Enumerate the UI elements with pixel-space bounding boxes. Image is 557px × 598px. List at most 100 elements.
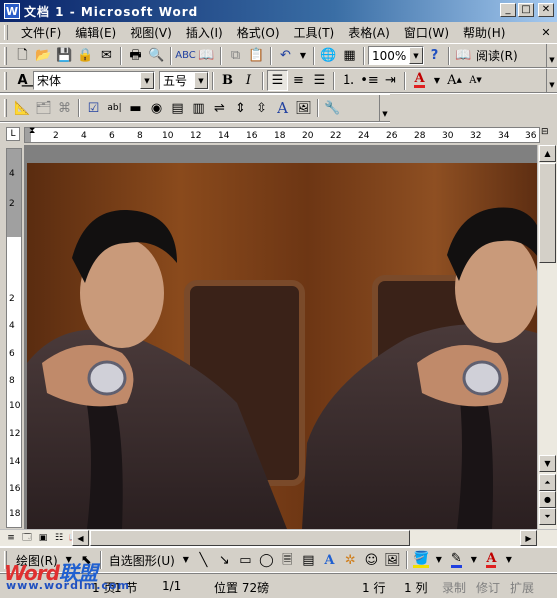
- toolbar-options-icon[interactable]: ▼: [546, 69, 557, 92]
- help-icon[interactable]: ?: [424, 45, 445, 66]
- select-browse-object-icon[interactable]: ●: [539, 491, 556, 508]
- styles-icon[interactable]: A͟: [12, 70, 33, 91]
- normal-view-icon[interactable]: ≡: [4, 531, 18, 545]
- insert-picture-icon[interactable]: 🖼: [382, 550, 403, 571]
- wordart-icon[interactable]: A: [319, 550, 340, 571]
- menubar-grip[interactable]: [4, 25, 8, 40]
- next-page-icon[interactable]: ⏷: [539, 508, 556, 525]
- spelling-icon[interactable]: ABC: [175, 45, 196, 66]
- scroll-down-icon[interactable]: ▼: [539, 455, 556, 472]
- label-control-icon[interactable]: A: [272, 98, 293, 119]
- zoom-combo[interactable]: 100% ▼: [368, 46, 424, 65]
- command-button-icon[interactable]: ▬: [125, 98, 146, 119]
- status-track-changes[interactable]: 修订: [476, 579, 500, 596]
- option-button-icon[interactable]: ◉: [146, 98, 167, 119]
- toolbar-grip[interactable]: [4, 71, 7, 90]
- diagram-icon[interactable]: ✲: [340, 550, 361, 571]
- font-name-combo[interactable]: 宋体 ▼: [33, 71, 155, 90]
- oval-icon[interactable]: ◯: [256, 550, 277, 571]
- email-icon[interactable]: ✉: [96, 45, 117, 66]
- vertical-ruler[interactable]: 4 2 2 4 6 8 10 12 14 16 18: [6, 148, 22, 528]
- font-color-dropdown-icon[interactable]: ▼: [430, 70, 444, 91]
- chevron-down-icon[interactable]: ▼: [467, 550, 481, 571]
- document-page[interactable]: [27, 163, 537, 529]
- more-controls-icon[interactable]: 🔧: [322, 98, 343, 119]
- read-button[interactable]: 阅读(R): [474, 47, 520, 64]
- vertical-scroll-thumb[interactable]: [539, 163, 556, 263]
- textbox-control-icon[interactable]: ab|: [104, 98, 125, 119]
- numbered-list-icon[interactable]: ⒈: [338, 70, 359, 91]
- scrollbar-control-icon[interactable]: ⇳: [251, 98, 272, 119]
- status-extend[interactable]: 扩展: [510, 579, 534, 596]
- undo-icon[interactable]: ↶: [275, 45, 296, 66]
- drawing-font-color-icon[interactable]: A: [481, 550, 502, 571]
- vertical-scrollbar[interactable]: ▲ ▼ ⏶ ● ⏷: [537, 145, 557, 529]
- italic-button[interactable]: I: [238, 70, 259, 91]
- document-area[interactable]: [24, 145, 537, 529]
- line-color-icon[interactable]: ✎: [446, 550, 467, 571]
- fill-color-icon[interactable]: 🪣: [411, 550, 432, 571]
- scroll-left-icon[interactable]: ◀: [72, 530, 89, 546]
- spin-button-icon[interactable]: ⇕: [230, 98, 251, 119]
- indent-icon[interactable]: ⇥: [380, 70, 401, 91]
- open-folder-icon[interactable]: 📂: [33, 45, 54, 66]
- indent-marker-icon[interactable]: ⧗: [29, 126, 37, 144]
- toolbar-options-icon[interactable]: ▼: [546, 44, 557, 67]
- permission-icon[interactable]: 🔒: [75, 45, 96, 66]
- font-color-icon[interactable]: A: [409, 70, 430, 91]
- toolbar-grip[interactable]: [4, 99, 7, 117]
- menu-edit[interactable]: 编辑(E): [68, 24, 123, 41]
- toggle-button-icon[interactable]: ⇌: [209, 98, 230, 119]
- grow-font-icon[interactable]: A ▲: [444, 70, 465, 91]
- bulleted-list-icon[interactable]: •≡: [359, 70, 380, 91]
- undo-dropdown-icon[interactable]: ▼: [296, 45, 310, 66]
- outline-view-icon[interactable]: ☷: [52, 531, 66, 545]
- maximize-button[interactable]: □: [518, 3, 534, 17]
- line-icon[interactable]: ╲: [193, 550, 214, 571]
- chevron-down-icon[interactable]: ▼: [502, 550, 516, 571]
- combobox-control-icon[interactable]: ▥: [188, 98, 209, 119]
- chevron-down-icon[interactable]: ▼: [432, 550, 446, 571]
- chevron-down-icon[interactable]: ▼: [409, 47, 423, 64]
- close-button[interactable]: ✕: [538, 3, 554, 17]
- tab-selector-icon[interactable]: L: [6, 127, 20, 141]
- menu-insert[interactable]: 插入(I): [179, 24, 230, 41]
- font-size-combo[interactable]: 五号 ▼: [159, 71, 209, 90]
- image-control-icon[interactable]: 🖼: [293, 98, 314, 119]
- menu-table[interactable]: 表格(A): [341, 24, 397, 41]
- status-record[interactable]: 录制: [442, 579, 466, 596]
- shrink-font-icon[interactable]: A ▼: [465, 70, 486, 91]
- textbox-icon[interactable]: 🗏: [277, 550, 298, 571]
- rectangle-icon[interactable]: ▭: [235, 550, 256, 571]
- new-document-icon[interactable]: 🗋: [12, 45, 33, 66]
- paste-icon[interactable]: 📋: [246, 45, 267, 66]
- portrait-photo[interactable]: [27, 163, 537, 529]
- arrow-icon[interactable]: ↘: [214, 550, 235, 571]
- chevron-down-icon[interactable]: ▼: [140, 72, 154, 89]
- clipart-icon[interactable]: ☺: [361, 550, 382, 571]
- autoshapes-button[interactable]: 自选图形(U): [105, 552, 179, 569]
- scroll-right-icon[interactable]: ▶: [520, 530, 537, 546]
- print-icon[interactable]: 🖶: [125, 45, 146, 66]
- horizontal-ruler[interactable]: ⧗ 2 4 6 8 10 12 14 16 18 20 22 24 26 28 …: [24, 126, 540, 144]
- properties-icon[interactable]: 🗂: [33, 98, 54, 119]
- view-code-icon[interactable]: ⌘: [54, 98, 75, 119]
- chevron-down-icon[interactable]: ▼: [194, 72, 208, 89]
- chevron-down-icon[interactable]: ▼: [179, 550, 193, 571]
- design-mode-icon[interactable]: 📐: [12, 98, 33, 119]
- print-layout-icon[interactable]: ▣: [36, 531, 50, 545]
- table-icon[interactable]: ▦: [339, 45, 360, 66]
- menu-view[interactable]: 视图(V): [123, 24, 179, 41]
- bold-button[interactable]: B: [217, 70, 238, 91]
- horizontal-scroll-thumb[interactable]: [90, 530, 410, 546]
- document-close-icon[interactable]: ✕: [539, 25, 553, 39]
- ruler-toggle-icon[interactable]: ⊟: [541, 127, 555, 143]
- toolbar-options-icon[interactable]: ▼: [379, 95, 390, 121]
- align-justify-icon[interactable]: ☰: [267, 70, 288, 91]
- web-layout-icon[interactable]: 🗔: [20, 531, 34, 545]
- save-icon[interactable]: 💾: [54, 45, 75, 66]
- previous-page-icon[interactable]: ⏶: [539, 474, 556, 491]
- hyperlink-icon[interactable]: 🌐: [318, 45, 339, 66]
- read-icon[interactable]: 📖: [453, 45, 474, 66]
- minimize-button[interactable]: _: [500, 3, 516, 17]
